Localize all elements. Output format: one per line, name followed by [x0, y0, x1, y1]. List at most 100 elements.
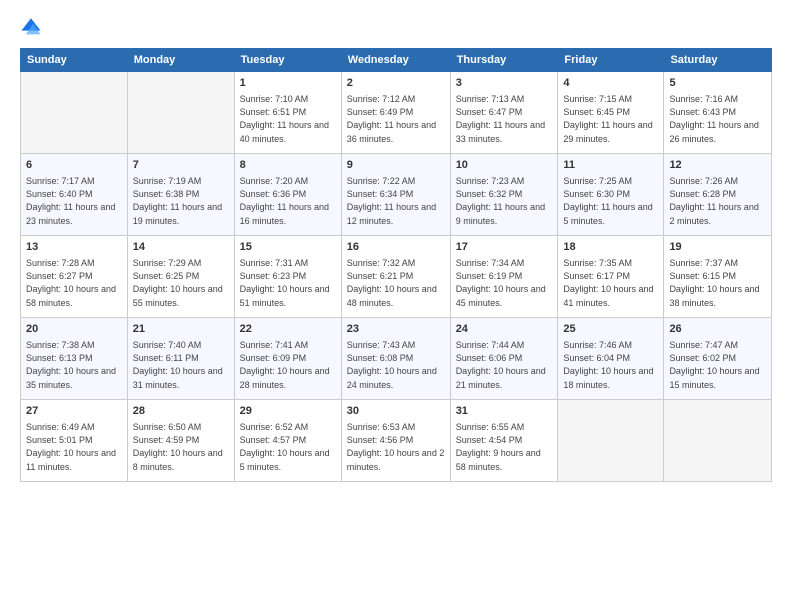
calendar-header-row: SundayMondayTuesdayWednesdayThursdayFrid…	[21, 49, 772, 72]
calendar-cell: 23 Sunrise: 7:43 AM Sunset: 6:08 PM Dayli…	[341, 318, 450, 400]
weekday-header-friday: Friday	[558, 49, 664, 72]
day-info: Sunrise: 7:25 AM Sunset: 6:30 PM Dayligh…	[563, 175, 658, 227]
day-number: 14	[133, 240, 229, 255]
calendar-week-row: 20 Sunrise: 7:38 AM Sunset: 6:13 PM Dayli…	[21, 318, 772, 400]
calendar-cell: 27 Sunrise: 6:49 AM Sunset: 5:01 PM Dayli…	[21, 400, 128, 482]
calendar-week-row: 1 Sunrise: 7:10 AM Sunset: 6:51 PM Daylig…	[21, 72, 772, 154]
calendar-cell: 25Sunrise: 7:46 AM Sunset: 6:04 PM Dayli…	[558, 318, 664, 400]
day-info: Sunrise: 6:49 AM Sunset: 5:01 PM Dayligh…	[26, 421, 122, 473]
calendar-cell	[21, 72, 128, 154]
day-info: Sunrise: 7:35 AM Sunset: 6:17 PM Dayligh…	[563, 257, 658, 309]
day-info: Sunrise: 7:28 AM Sunset: 6:27 PM Dayligh…	[26, 257, 122, 309]
calendar-cell: 21 Sunrise: 7:40 AM Sunset: 6:11 PM Dayli…	[127, 318, 234, 400]
calendar-cell: 13 Sunrise: 7:28 AM Sunset: 6:27 PM Dayli…	[21, 236, 128, 318]
weekday-header-tuesday: Tuesday	[234, 49, 341, 72]
day-info: Sunrise: 7:31 AM Sunset: 6:23 PM Dayligh…	[240, 257, 336, 309]
calendar-cell: 30Sunrise: 6:53 AM Sunset: 4:56 PM Dayli…	[341, 400, 450, 482]
day-number: 21	[133, 322, 229, 337]
calendar-cell: 1 Sunrise: 7:10 AM Sunset: 6:51 PM Daylig…	[234, 72, 341, 154]
calendar-cell: 6Sunrise: 7:17 AM Sunset: 6:40 PM Daylig…	[21, 154, 128, 236]
day-number: 5	[669, 76, 766, 91]
day-number: 16	[347, 240, 445, 255]
calendar-cell: 10Sunrise: 7:23 AM Sunset: 6:32 PM Dayli…	[450, 154, 558, 236]
day-number: 11	[563, 158, 658, 173]
day-info: Sunrise: 7:13 AM Sunset: 6:47 PM Dayligh…	[456, 93, 553, 145]
calendar-cell: 7 Sunrise: 7:19 AM Sunset: 6:38 PM Daylig…	[127, 154, 234, 236]
day-number: 19	[669, 240, 766, 255]
calendar-cell: 19 Sunrise: 7:37 AM Sunset: 6:15 PM Dayli…	[664, 236, 772, 318]
day-info: Sunrise: 7:40 AM Sunset: 6:11 PM Dayligh…	[133, 339, 229, 391]
calendar-cell: 31 Sunrise: 6:55 AM Sunset: 4:54 PM Dayli…	[450, 400, 558, 482]
day-info: Sunrise: 7:38 AM Sunset: 6:13 PM Dayligh…	[26, 339, 122, 391]
calendar-cell: 24 Sunrise: 7:44 AM Sunset: 6:06 PM Dayli…	[450, 318, 558, 400]
day-number: 28	[133, 404, 229, 419]
calendar-cell: 3 Sunrise: 7:13 AM Sunset: 6:47 PM Daylig…	[450, 72, 558, 154]
calendar-cell: 17Sunrise: 7:34 AM Sunset: 6:19 PM Dayli…	[450, 236, 558, 318]
calendar-cell	[558, 400, 664, 482]
day-number: 13	[26, 240, 122, 255]
day-info: Sunrise: 6:55 AM Sunset: 4:54 PM Dayligh…	[456, 421, 553, 473]
calendar-cell: 11 Sunrise: 7:25 AM Sunset: 6:30 PM Dayli…	[558, 154, 664, 236]
calendar-table: SundayMondayTuesdayWednesdayThursdayFrid…	[20, 48, 772, 482]
day-info: Sunrise: 7:22 AM Sunset: 6:34 PM Dayligh…	[347, 175, 445, 227]
day-number: 12	[669, 158, 766, 173]
day-number: 9	[347, 158, 445, 173]
calendar-cell: 18 Sunrise: 7:35 AM Sunset: 6:17 PM Dayli…	[558, 236, 664, 318]
weekday-header-wednesday: Wednesday	[341, 49, 450, 72]
day-number: 20	[26, 322, 122, 337]
day-number: 31	[456, 404, 553, 419]
weekday-header-saturday: Saturday	[664, 49, 772, 72]
day-number: 17	[456, 240, 553, 255]
calendar-cell: 12Sunrise: 7:26 AM Sunset: 6:28 PM Dayli…	[664, 154, 772, 236]
day-info: Sunrise: 7:10 AM Sunset: 6:51 PM Dayligh…	[240, 93, 336, 145]
calendar-cell: 2Sunrise: 7:12 AM Sunset: 6:49 PM Daylig…	[341, 72, 450, 154]
day-number: 30	[347, 404, 445, 419]
calendar-cell: 4 Sunrise: 7:15 AM Sunset: 6:45 PM Daylig…	[558, 72, 664, 154]
day-number: 18	[563, 240, 658, 255]
day-number: 24	[456, 322, 553, 337]
page: SundayMondayTuesdayWednesdayThursdayFrid…	[0, 0, 792, 612]
day-info: Sunrise: 7:20 AM Sunset: 6:36 PM Dayligh…	[240, 175, 336, 227]
day-info: Sunrise: 7:41 AM Sunset: 6:09 PM Dayligh…	[240, 339, 336, 391]
day-info: Sunrise: 7:19 AM Sunset: 6:38 PM Dayligh…	[133, 175, 229, 227]
day-number: 29	[240, 404, 336, 419]
calendar-week-row: 13 Sunrise: 7:28 AM Sunset: 6:27 PM Dayli…	[21, 236, 772, 318]
calendar-cell: 9 Sunrise: 7:22 AM Sunset: 6:34 PM Daylig…	[341, 154, 450, 236]
day-info: Sunrise: 7:32 AM Sunset: 6:21 PM Dayligh…	[347, 257, 445, 309]
day-number: 8	[240, 158, 336, 173]
calendar-cell: 5 Sunrise: 7:16 AM Sunset: 6:43 PM Daylig…	[664, 72, 772, 154]
weekday-header-sunday: Sunday	[21, 49, 128, 72]
day-info: Sunrise: 6:50 AM Sunset: 4:59 PM Dayligh…	[133, 421, 229, 473]
day-number: 10	[456, 158, 553, 173]
day-info: Sunrise: 7:37 AM Sunset: 6:15 PM Dayligh…	[669, 257, 766, 309]
calendar-cell: 26Sunrise: 7:47 AM Sunset: 6:02 PM Dayli…	[664, 318, 772, 400]
day-number: 7	[133, 158, 229, 173]
day-number: 23	[347, 322, 445, 337]
calendar-cell: 20 Sunrise: 7:38 AM Sunset: 6:13 PM Dayli…	[21, 318, 128, 400]
day-number: 3	[456, 76, 553, 91]
weekday-header-monday: Monday	[127, 49, 234, 72]
day-number: 27	[26, 404, 122, 419]
day-number: 25	[563, 322, 658, 337]
header	[20, 16, 772, 38]
weekday-header-thursday: Thursday	[450, 49, 558, 72]
day-number: 1	[240, 76, 336, 91]
day-info: Sunrise: 7:15 AM Sunset: 6:45 PM Dayligh…	[563, 93, 658, 145]
day-info: Sunrise: 7:44 AM Sunset: 6:06 PM Dayligh…	[456, 339, 553, 391]
calendar-week-row: 27 Sunrise: 6:49 AM Sunset: 5:01 PM Dayli…	[21, 400, 772, 482]
logo	[20, 16, 46, 38]
calendar-cell: 22 Sunrise: 7:41 AM Sunset: 6:09 PM Dayli…	[234, 318, 341, 400]
calendar-cell: 8 Sunrise: 7:20 AM Sunset: 6:36 PM Daylig…	[234, 154, 341, 236]
calendar-cell: 14Sunrise: 7:29 AM Sunset: 6:25 PM Dayli…	[127, 236, 234, 318]
calendar-cell: 16 Sunrise: 7:32 AM Sunset: 6:21 PM Dayli…	[341, 236, 450, 318]
day-number: 2	[347, 76, 445, 91]
day-info: Sunrise: 7:17 AM Sunset: 6:40 PM Dayligh…	[26, 175, 122, 227]
day-info: Sunrise: 7:43 AM Sunset: 6:08 PM Dayligh…	[347, 339, 445, 391]
logo-icon	[20, 16, 42, 38]
calendar-cell: 29Sunrise: 6:52 AM Sunset: 4:57 PM Dayli…	[234, 400, 341, 482]
calendar-cell: 28 Sunrise: 6:50 AM Sunset: 4:59 PM Dayli…	[127, 400, 234, 482]
day-info: Sunrise: 7:16 AM Sunset: 6:43 PM Dayligh…	[669, 93, 766, 145]
day-number: 15	[240, 240, 336, 255]
day-number: 4	[563, 76, 658, 91]
day-number: 22	[240, 322, 336, 337]
